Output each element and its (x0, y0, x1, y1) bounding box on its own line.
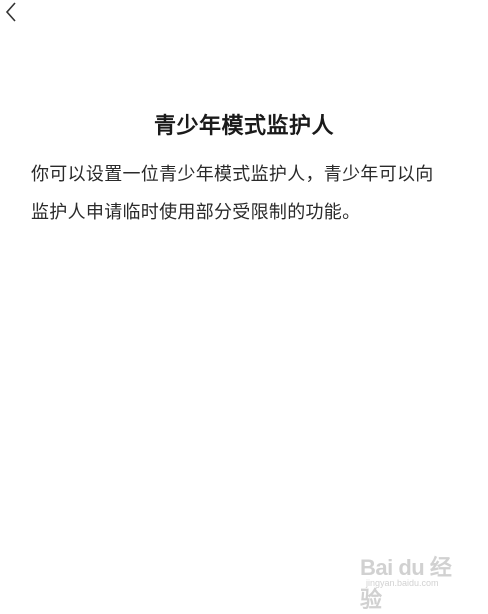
back-button[interactable] (0, 0, 28, 30)
description-text: 你可以设置一位青少年模式监护人，青少年可以向监护人申请临时使用部分受限制的功能。 (31, 164, 434, 223)
watermark-url: jingyan.baidu.com (366, 578, 439, 588)
chevron-left-icon (0, 0, 18, 23)
page-title: 青少年模式监护人 (153, 114, 334, 139)
watermark: Bai du 经验 jingyan.baidu.com (360, 550, 460, 612)
